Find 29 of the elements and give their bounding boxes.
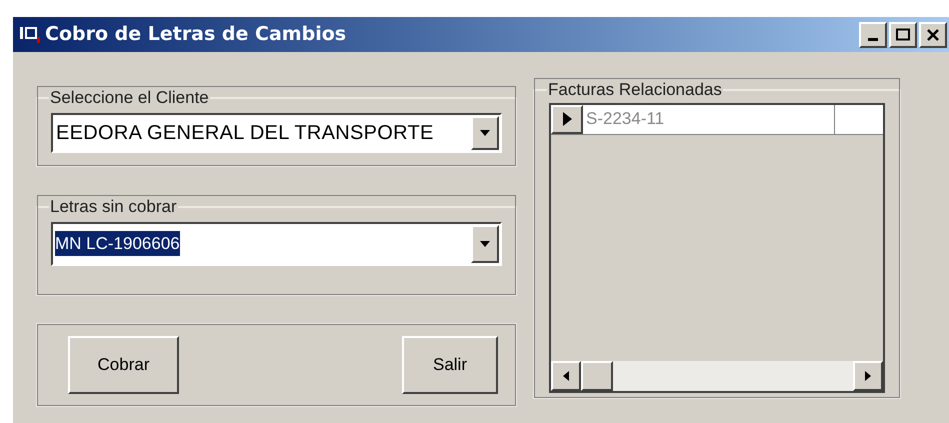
group-label: Letras sin cobrar (49, 196, 178, 218)
scrollbar-thumb[interactable] (581, 360, 613, 390)
dropdown-arrow-button[interactable] (471, 224, 499, 262)
dropdown-value: MN LC-1906606 (55, 230, 180, 256)
caret-icon (480, 130, 490, 136)
scroll-right-button[interactable] (853, 360, 883, 390)
table-cell: S-2234-11 (583, 104, 835, 134)
cobrar-button[interactable]: Cobrar (68, 336, 179, 394)
group-label: Seleccione el Cliente (49, 87, 210, 109)
group-label: Facturas Relacionadas (547, 79, 723, 101)
dropdown-value: EEDORA GENERAL DEL TRANSPORTE (55, 120, 434, 146)
minimize-button[interactable] (859, 22, 887, 48)
left-arrow-icon (563, 370, 569, 380)
row-header[interactable] (551, 104, 583, 134)
maximize-button[interactable] (889, 22, 917, 48)
window-app-icon (19, 24, 43, 44)
client-dropdown[interactable]: EEDORA GENERAL DEL TRANSPORTE (51, 112, 502, 152)
salir-button[interactable]: Salir (402, 336, 498, 394)
maximize-icon (896, 28, 910, 41)
minimize-icon (868, 38, 878, 40)
right-arrow-icon (865, 370, 871, 380)
letters-dropdown[interactable]: MN LC-1906606 (51, 222, 502, 266)
close-icon (927, 28, 939, 40)
caret-icon (480, 240, 490, 246)
close-button[interactable] (919, 22, 947, 48)
window-title: Cobro de Letras de Cambios (45, 22, 346, 48)
dropdown-arrow-button[interactable] (471, 116, 499, 150)
scroll-left-button[interactable] (551, 360, 581, 390)
current-row-icon (562, 112, 572, 126)
